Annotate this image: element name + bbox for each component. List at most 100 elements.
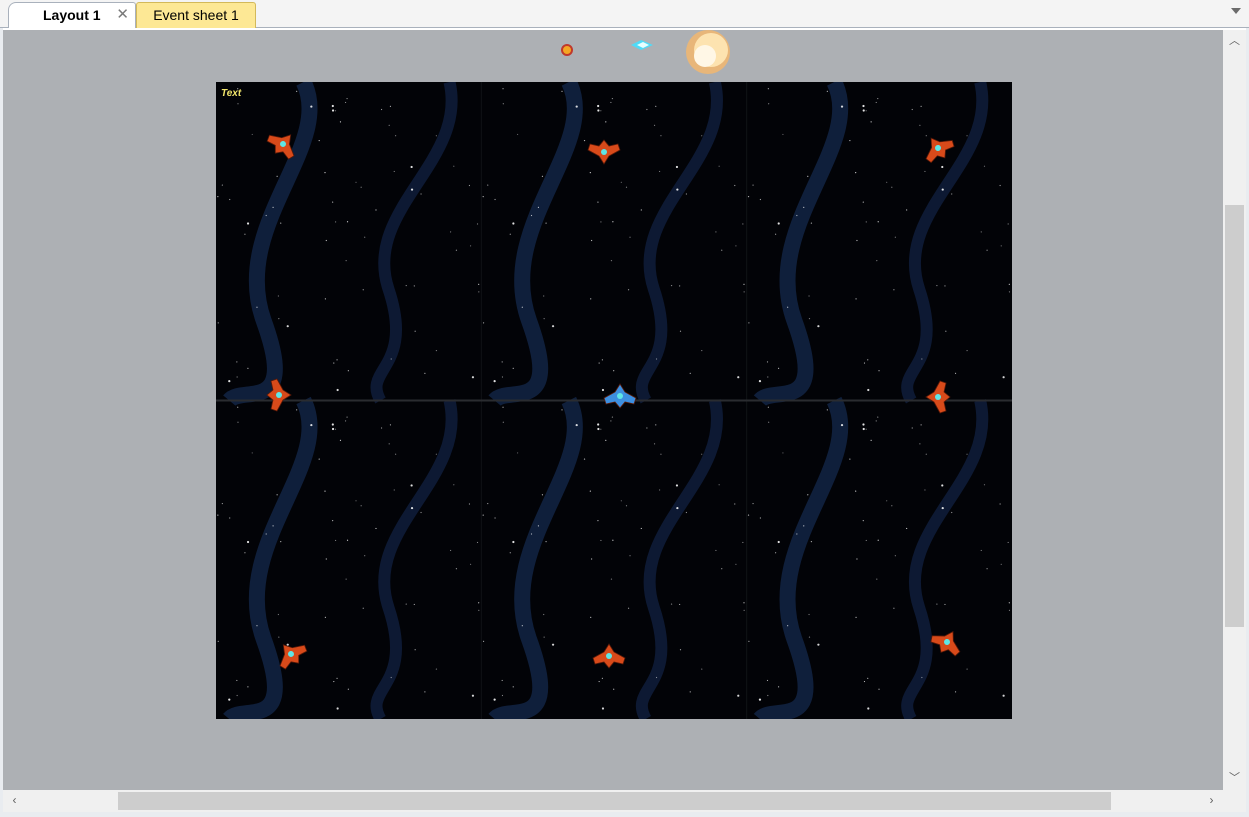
star — [453, 165, 455, 167]
star — [346, 416, 348, 418]
star — [865, 221, 867, 223]
star — [782, 133, 784, 136]
star — [810, 222, 813, 224]
player-ship-sprite[interactable] — [603, 383, 637, 409]
star — [865, 428, 867, 430]
star — [701, 349, 703, 352]
star — [236, 376, 238, 378]
star — [983, 165, 986, 167]
star — [625, 505, 628, 507]
bullet-sprite[interactable] — [560, 43, 574, 57]
enemy-ship-sprite[interactable] — [587, 139, 621, 165]
enemy-ship-sprite[interactable] — [927, 624, 967, 661]
star — [611, 97, 614, 100]
arrow-up-icon[interactable]: ︿ — [1229, 36, 1240, 47]
enemy-ship-sprite[interactable] — [592, 643, 626, 669]
layout-area[interactable]: Text — [216, 82, 1012, 719]
horizontal-scrollbar[interactable]: ‹ › — [3, 790, 1223, 812]
star — [655, 676, 658, 679]
star — [502, 421, 504, 423]
star — [1007, 541, 1009, 544]
star — [919, 443, 921, 445]
star — [551, 325, 555, 328]
star — [675, 484, 679, 487]
explosion-sprite[interactable] — [675, 30, 745, 82]
star — [251, 133, 253, 136]
star — [512, 540, 515, 544]
star — [689, 691, 691, 693]
star — [601, 359, 603, 361]
star — [865, 110, 867, 112]
star — [1002, 376, 1005, 379]
star — [966, 453, 968, 455]
star — [334, 221, 337, 223]
star — [344, 101, 347, 104]
star — [810, 541, 813, 543]
star — [768, 421, 770, 423]
star — [840, 423, 844, 427]
text-object[interactable]: Text — [221, 88, 241, 99]
star — [966, 135, 968, 137]
arrow-right-icon[interactable]: › — [1206, 794, 1217, 806]
star — [236, 361, 238, 363]
chevron-down-icon[interactable] — [1231, 8, 1241, 14]
arrow-left-icon[interactable]: ‹ — [9, 794, 20, 806]
star — [277, 295, 279, 297]
star — [380, 108, 383, 111]
star — [787, 306, 789, 308]
vertical-scrollbar[interactable]: ︿ ﹀ — [1223, 30, 1246, 790]
star — [217, 195, 219, 198]
nebula-streak — [901, 399, 989, 719]
star — [346, 97, 348, 100]
star — [1002, 694, 1005, 697]
star — [435, 135, 437, 137]
tab-event-sheet-1[interactable]: Event sheet 1 — [136, 2, 256, 28]
star — [543, 636, 545, 638]
close-icon[interactable]: ✕ — [116, 3, 129, 27]
star — [613, 370, 615, 372]
star — [501, 694, 504, 697]
star — [867, 677, 869, 679]
arrow-down-icon[interactable]: ﹀ — [1229, 773, 1240, 784]
star — [339, 121, 342, 123]
nebula-streak — [370, 82, 458, 404]
star — [966, 668, 968, 670]
star — [509, 552, 511, 554]
star — [221, 502, 223, 505]
star — [803, 525, 805, 527]
star — [856, 239, 858, 242]
star — [530, 533, 533, 535]
star — [876, 260, 878, 262]
star — [501, 376, 504, 378]
layout-view[interactable]: Text — [3, 30, 1223, 790]
star — [296, 90, 298, 92]
enemy-ship-sprite[interactable] — [918, 129, 958, 167]
star — [482, 195, 484, 198]
star — [336, 707, 339, 710]
star — [478, 602, 480, 604]
star — [894, 236, 896, 238]
star — [583, 458, 586, 460]
star — [237, 103, 239, 105]
horizontal-scroll-thumb[interactable] — [118, 792, 1111, 810]
star — [471, 694, 475, 697]
star — [610, 101, 612, 104]
star — [743, 291, 745, 293]
star — [721, 249, 723, 251]
star — [414, 649, 416, 651]
star — [808, 636, 811, 638]
star — [660, 453, 662, 455]
enemy-ship-sprite[interactable] — [925, 380, 951, 414]
star — [310, 423, 313, 427]
star — [296, 409, 298, 411]
star — [743, 602, 745, 604]
tab-layout-1[interactable]: Layout 1 ✕ — [8, 2, 136, 28]
laser-sprite[interactable] — [629, 38, 655, 52]
star — [742, 541, 744, 544]
vertical-scroll-thumb[interactable] — [1225, 205, 1244, 627]
star — [600, 539, 602, 542]
star — [364, 555, 366, 557]
star — [388, 124, 390, 126]
star — [325, 558, 327, 560]
star — [324, 490, 326, 492]
